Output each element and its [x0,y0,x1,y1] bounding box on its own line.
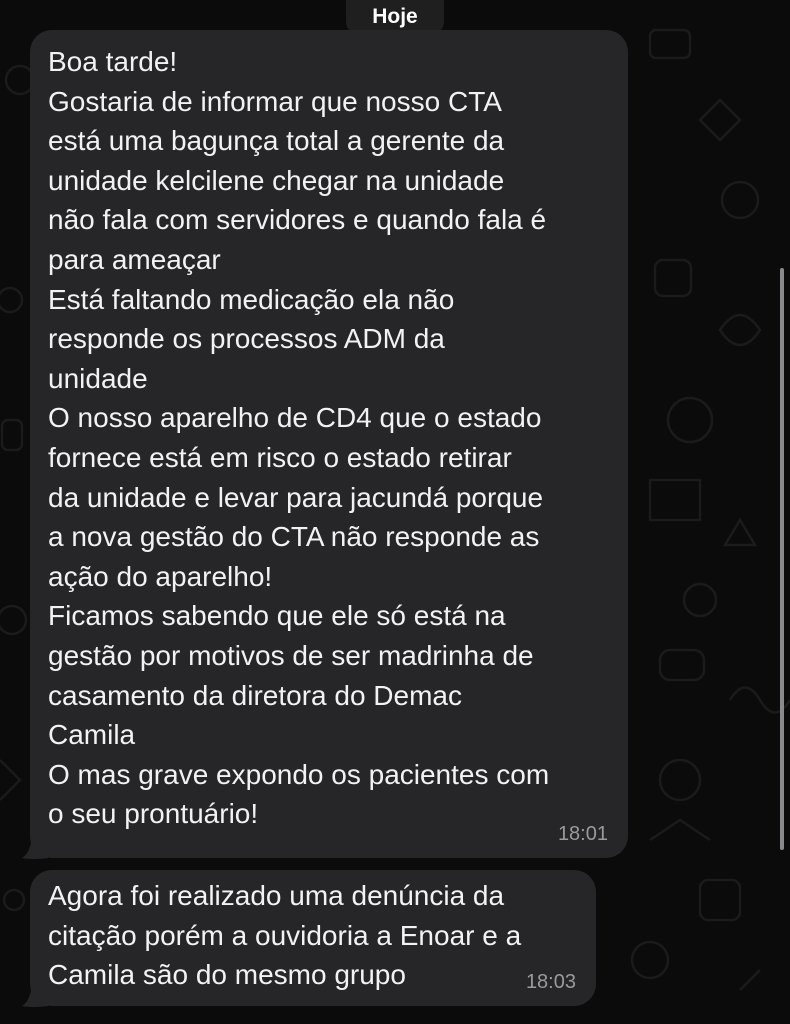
message-text: Boa tarde! Gostaria de informar que noss… [48,46,550,830]
message-bubble[interactable]: Agora foi realizado uma denúncia da cita… [30,870,596,1006]
date-separator: Hoje [346,0,444,34]
message-timestamp: 18:01 [557,823,608,845]
message-text: Agora foi realizado uma denúncia da cita… [48,880,522,991]
scrollbar[interactable] [780,268,784,850]
message-timestamp: 18:03 [525,971,576,993]
message-bubble[interactable]: Boa tarde! Gostaria de informar que noss… [30,30,628,858]
